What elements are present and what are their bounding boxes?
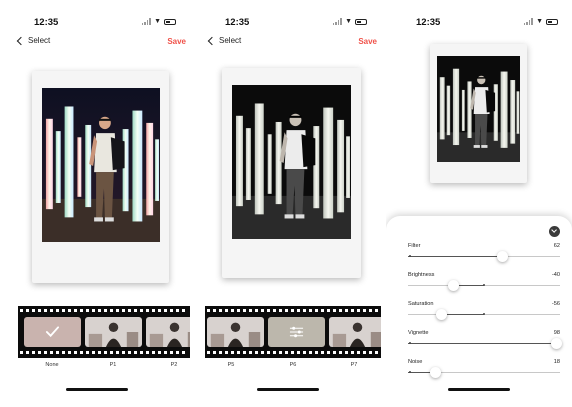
- polaroid-frame: [222, 68, 361, 278]
- polaroid-frame: [430, 44, 527, 183]
- slider-origin: [408, 255, 411, 257]
- slider-value: -40: [551, 272, 560, 278]
- wifi-icon: ▼: [154, 18, 161, 25]
- photo[interactable]: [42, 88, 160, 242]
- slider-origin: [408, 371, 411, 373]
- home-indicator[interactable]: [448, 388, 510, 391]
- checkmark-icon: [45, 326, 60, 338]
- slider-fill: [408, 256, 503, 257]
- status-bar: 12:35 ▼: [195, 17, 381, 29]
- back-button[interactable]: Select: [207, 36, 242, 45]
- signal-icon: [141, 18, 152, 25]
- filter-thumb-p6[interactable]: [268, 317, 325, 347]
- wifi-icon: ▼: [536, 18, 543, 25]
- slider-filter: Filter 62: [408, 243, 560, 265]
- status-time: 12:35: [225, 17, 250, 28]
- slider-value: 18: [553, 359, 560, 365]
- status-icons: ▼: [332, 18, 367, 25]
- film-label: P1: [109, 362, 117, 368]
- slider-track[interactable]: [408, 280, 560, 291]
- film-label: P2: [170, 362, 178, 368]
- slider-label: Saturation: [408, 301, 434, 307]
- status-icons: ▼: [141, 18, 176, 25]
- status-time: 12:35: [34, 17, 59, 28]
- film-strip[interactable]: [18, 306, 190, 358]
- battery-icon: [355, 18, 367, 25]
- film-labels: P5 P6 P7: [195, 362, 381, 372]
- wifi-icon: ▼: [345, 18, 352, 25]
- film-sprocket-holes: [205, 309, 381, 313]
- signal-icon: [332, 18, 343, 25]
- slider-label: Noise: [408, 359, 423, 365]
- screen-adjustments: 12:35 ▼ Filter 62 Brightness -40 Saturation -…: [386, 0, 572, 407]
- status-time: 12:35: [416, 17, 441, 28]
- slider-track[interactable]: [408, 309, 560, 320]
- chevron-left-icon: [207, 36, 217, 45]
- slider-thumb[interactable]: [429, 367, 441, 378]
- home-indicator[interactable]: [257, 388, 319, 391]
- chevron-left-icon: [16, 36, 26, 45]
- film-label: P6: [289, 362, 297, 368]
- status-bar: 12:35 ▼: [386, 17, 572, 29]
- nav-bar: Select Save: [4, 36, 190, 50]
- slider-track[interactable]: [408, 367, 560, 378]
- filter-thumb-p1[interactable]: [85, 317, 142, 347]
- signal-icon: [523, 18, 534, 25]
- slider-value: 98: [553, 330, 560, 336]
- slider-vignette: Vignette 98: [408, 330, 563, 352]
- filter-thumb-p7[interactable]: [329, 317, 381, 347]
- back-button[interactable]: Select: [16, 36, 51, 45]
- slider-value: -56: [551, 301, 560, 307]
- filter-thumb-none[interactable]: [24, 317, 81, 347]
- battery-icon: [546, 18, 558, 25]
- film-label: P7: [350, 362, 358, 368]
- photo[interactable]: [437, 56, 520, 162]
- home-indicator[interactable]: [66, 388, 128, 391]
- polaroid-frame: [32, 71, 169, 283]
- slider-noise: Noise 18: [408, 359, 560, 381]
- film-sprocket-holes: [18, 351, 190, 355]
- back-label: Select: [219, 36, 242, 45]
- filter-thumb-p5[interactable]: [207, 317, 264, 347]
- slider-origin: [483, 284, 485, 286]
- slider-fill: [408, 343, 557, 344]
- filter-thumb-p2[interactable]: [146, 317, 190, 347]
- slider-thumb[interactable]: [448, 280, 460, 291]
- photo[interactable]: [232, 85, 351, 239]
- sliders-icon: [289, 326, 304, 338]
- film-labels: None P1 P2: [4, 362, 190, 372]
- slider-thumb[interactable]: [496, 251, 508, 262]
- slider-track[interactable]: [408, 251, 560, 262]
- slider-origin: [408, 342, 411, 344]
- slider-track[interactable]: [408, 338, 563, 349]
- slider-fill: [441, 314, 484, 315]
- battery-icon: [164, 18, 176, 25]
- adjustments-panel: Filter 62 Brightness -40 Saturation -56 Vignet…: [386, 216, 572, 407]
- chevron-down-icon[interactable]: [549, 226, 560, 237]
- slider-label: Brightness: [408, 272, 435, 278]
- back-label: Select: [28, 36, 51, 45]
- slider-label: Vignette: [408, 330, 429, 336]
- save-button[interactable]: Save: [167, 37, 186, 46]
- film-sprocket-holes: [18, 309, 190, 313]
- slider-saturation: Saturation -56: [408, 301, 560, 323]
- slider-thumb[interactable]: [551, 338, 563, 349]
- film-label: None: [45, 362, 59, 368]
- film-sprocket-holes: [205, 351, 381, 355]
- slider-value: 62: [553, 243, 560, 249]
- save-button[interactable]: Save: [358, 37, 377, 46]
- slider-origin: [483, 313, 485, 315]
- nav-bar: Select Save: [195, 36, 381, 50]
- status-bar: 12:35 ▼: [4, 17, 190, 29]
- film-label: P5: [227, 362, 235, 368]
- slider-brightness: Brightness -40: [408, 272, 560, 294]
- status-icons: ▼: [523, 18, 558, 25]
- slider-label: Filter: [408, 243, 421, 249]
- screen-filter-p6: 12:35 ▼ Select Save P5 P6 P7: [195, 0, 381, 407]
- slider-thumb[interactable]: [435, 309, 447, 320]
- screen-filter-none: 12:35 ▼ Select Save None P1 P2: [4, 0, 190, 407]
- film-strip[interactable]: [205, 306, 381, 358]
